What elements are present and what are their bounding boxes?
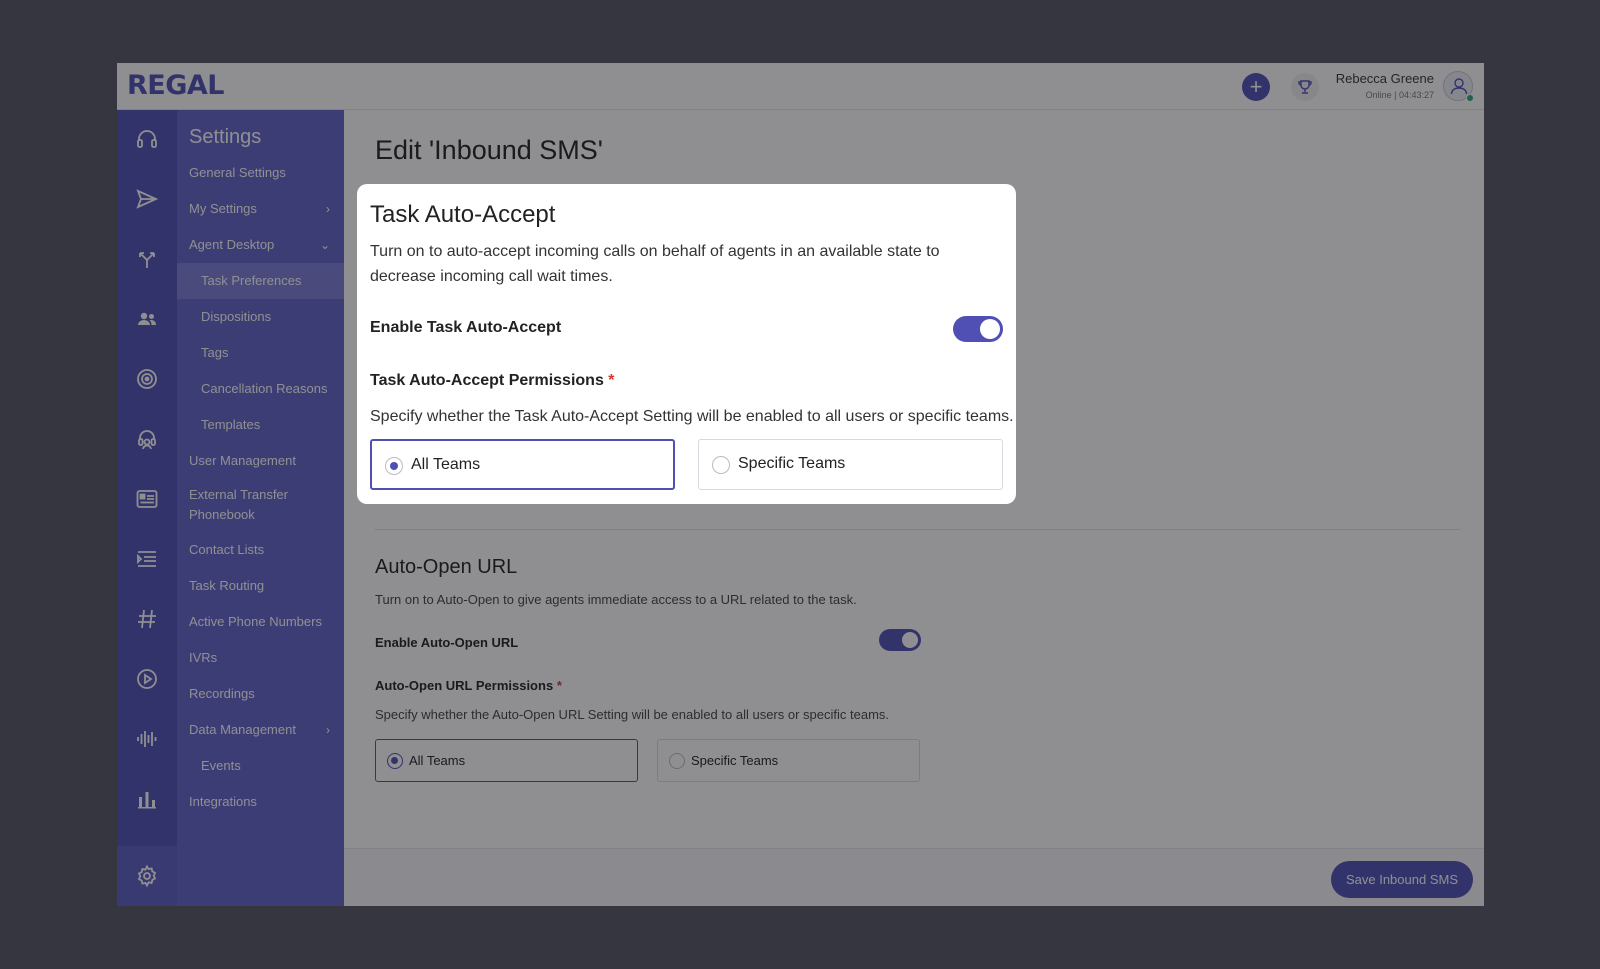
modal-description: Turn on to auto-accept incoming calls on… bbox=[370, 243, 940, 285]
auto-accept-option-all-teams[interactable]: All Teams bbox=[370, 439, 675, 490]
auto-accept-permissions-description: Specify whether the Task Auto-Accept Set… bbox=[370, 408, 1014, 425]
radio-selected bbox=[385, 457, 403, 475]
toggle-knob bbox=[980, 319, 1000, 339]
radio-unselected bbox=[712, 456, 730, 474]
required-mark: * bbox=[608, 372, 615, 389]
task-auto-accept-modal: Task Auto-Accept Turn on to auto-accept … bbox=[357, 184, 1016, 504]
modal-title: Task Auto-Accept bbox=[370, 201, 556, 228]
auto-accept-toggle[interactable] bbox=[953, 316, 1003, 342]
auto-accept-option-specific-teams[interactable]: Specific Teams bbox=[698, 439, 1003, 490]
auto-accept-toggle-label: Enable Task Auto-Accept bbox=[370, 319, 562, 336]
auto-accept-permissions-label: Task Auto-Accept Permissions * bbox=[370, 372, 615, 389]
